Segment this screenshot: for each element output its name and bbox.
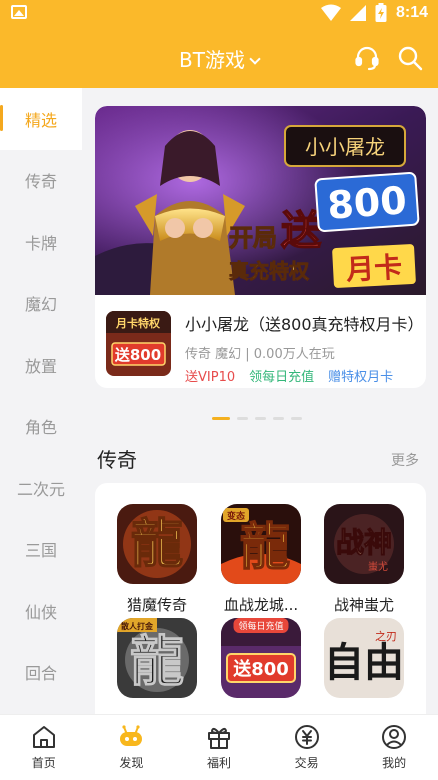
bottom-navigation: 首页 发现 福利 交易 我的 <box>0 714 438 780</box>
carousel-dot[interactable] <box>212 417 230 420</box>
banner-logo: 小小屠龙 <box>284 125 406 167</box>
sidebar-item-featured[interactable]: 精选 <box>0 88 82 150</box>
game-grid: 龍 猎魔传奇 龍 变态 血战龙城... 战神 蚩尤 战神蚩尤 龍 散人打金 领每… <box>95 483 426 714</box>
featured-game-card[interactable]: 小小屠龙 开局 送 800 真充特权 月卡 月卡特权 送800 小小屠龙（送80… <box>95 106 426 388</box>
main-content: 小小屠龙 开局 送 800 真充特权 月卡 月卡特权 送800 小小屠龙（送80… <box>82 88 438 714</box>
carousel-indicator <box>212 417 302 420</box>
featured-game-tags: 送VIP10 领每日充值 赠特权月卡 <box>185 366 393 385</box>
sidebar-item-legend[interactable]: 传奇 <box>0 150 82 212</box>
game-name: 猎魔传奇 <box>126 596 187 614</box>
game-item[interactable]: 自由 之刃 <box>314 618 414 698</box>
game-item[interactable]: 战神 蚩尤 战神蚩尤 <box>314 504 414 615</box>
tag-vip: 送VIP10 <box>185 370 236 385</box>
home-icon <box>32 726 55 748</box>
yen-icon <box>294 725 319 749</box>
game-icon[interactable]: 自由 之刃 <box>324 618 404 698</box>
game-badge: 领每日充值 <box>233 618 289 633</box>
image-notification-icon <box>11 5 27 19</box>
nav-home-label: 首页 <box>31 756 56 770</box>
status-bar: 8:14 <box>0 0 438 28</box>
svg-text:开局: 开局 <box>229 224 277 252</box>
featured-game-title: 小小屠龙（送800真充特权月卡） <box>185 315 424 334</box>
svg-text:送800: 送800 <box>232 658 289 680</box>
nav-home[interactable]: 首页 <box>0 715 88 780</box>
nav-discover-label: 发现 <box>119 756 144 770</box>
nav-welfare-label: 福利 <box>206 756 231 770</box>
svg-text:散人打金: 散人打金 <box>121 621 154 631</box>
game-icon[interactable]: 龍 变态 <box>221 504 301 584</box>
game-item[interactable]: 龍 猎魔传奇 <box>107 504 207 615</box>
featured-banner[interactable]: 小小屠龙 开局 送 800 真充特权 月卡 <box>95 106 426 295</box>
game-icon[interactable]: 龍 <box>117 504 197 584</box>
sidebar-item-three-kingdoms[interactable]: 三国 <box>0 519 82 581</box>
svg-text:小小屠龙: 小小屠龙 <box>305 135 385 159</box>
svg-text:变态: 变态 <box>227 510 245 522</box>
carousel-dot[interactable] <box>255 417 266 420</box>
game-icon[interactable]: 战神 蚩尤 <box>324 504 404 584</box>
search-button[interactable] <box>396 44 424 72</box>
svg-text:真充特权: 真充特权 <box>229 259 310 283</box>
sidebar-item-fantasy[interactable]: 魔幻 <box>0 273 82 335</box>
nav-profile[interactable]: 我的 <box>350 715 438 780</box>
tag-monthly-card: 赠特权月卡 <box>328 370 394 385</box>
svg-text:战神: 战神 <box>336 526 392 559</box>
svg-text:自由: 自由 <box>324 639 404 686</box>
svg-text:送800: 送800 <box>114 346 161 364</box>
profile-icon <box>382 725 407 749</box>
svg-text:送: 送 <box>281 208 321 254</box>
wifi-icon <box>320 4 341 21</box>
carousel-dot[interactable] <box>273 417 284 420</box>
game-name: 血战龙城... <box>223 596 299 614</box>
carousel-dot[interactable] <box>237 417 248 420</box>
sidebar-item-turn-based[interactable]: 回合 <box>0 642 82 704</box>
nav-trade-label: 交易 <box>294 756 319 770</box>
game-icon[interactable]: 龍 散人打金 <box>117 618 197 698</box>
top-bar: BT游戏 <box>0 28 438 88</box>
carousel-dot[interactable] <box>291 417 302 420</box>
more-link[interactable]: 更多 <box>391 450 419 470</box>
svg-text:月卡特权: 月卡特权 <box>115 316 161 330</box>
svg-text:蚩尤: 蚩尤 <box>368 560 388 573</box>
status-time: 8:14 <box>395 4 428 21</box>
featured-game-thumbnail[interactable]: 月卡特权 送800 <box>106 311 171 376</box>
game-item[interactable]: 龍 变态 血战龙城... <box>211 504 311 615</box>
chevron-down-icon <box>249 53 261 65</box>
category-sidebar: 精选 传奇 卡牌 魔幻 放置 角色 二次元 三国 仙侠 回合 <box>0 88 82 714</box>
svg-text:龍: 龍 <box>130 629 184 693</box>
banner-artwork: 小小屠龙 开局 送 800 真充特权 月卡 <box>95 106 426 295</box>
customer-service-button[interactable] <box>353 44 381 72</box>
game-item[interactable]: 龍 散人打金 <box>107 618 207 698</box>
signal-icon <box>349 5 366 21</box>
gift-icon <box>207 727 230 749</box>
sidebar-item-rpg[interactable]: 角色 <box>0 396 82 458</box>
svg-text:龍: 龍 <box>131 514 183 575</box>
discover-icon <box>120 725 143 746</box>
nav-profile-label: 我的 <box>382 756 407 770</box>
svg-text:龍: 龍 <box>240 517 290 576</box>
nav-welfare[interactable]: 福利 <box>175 715 263 780</box>
page-title: BT游戏 <box>179 48 245 72</box>
sidebar-item-idle[interactable]: 放置 <box>0 334 82 396</box>
game-name: 战神蚩尤 <box>333 596 394 614</box>
game-item[interactable]: 领每日充值 送800 <box>211 618 311 698</box>
sidebar-item-anime[interactable]: 二次元 <box>0 457 82 519</box>
section-header: 传奇 更多 <box>97 444 419 474</box>
svg-text:月卡: 月卡 <box>344 251 403 287</box>
nav-discover[interactable]: 发现 <box>88 715 176 780</box>
sidebar-item-xianxia[interactable]: 仙侠 <box>0 580 82 642</box>
sidebar-item-card[interactable]: 卡牌 <box>0 211 82 273</box>
section-title: 传奇 <box>97 448 137 472</box>
search-icon <box>398 46 423 71</box>
nav-trade[interactable]: 交易 <box>263 715 351 780</box>
featured-game-meta: 传奇 魔幻 | 0.00万人在玩 <box>185 347 335 362</box>
svg-text:之刃: 之刃 <box>375 629 397 643</box>
tag-daily-recharge: 领每日充值 <box>249 370 315 385</box>
svg-text:800: 800 <box>326 178 408 227</box>
featured-game-info[interactable]: 月卡特权 送800 小小屠龙（送800真充特权月卡） 传奇 魔幻 | 0.00万… <box>106 311 424 385</box>
battery-icon <box>375 3 387 22</box>
headset-icon <box>355 46 379 71</box>
